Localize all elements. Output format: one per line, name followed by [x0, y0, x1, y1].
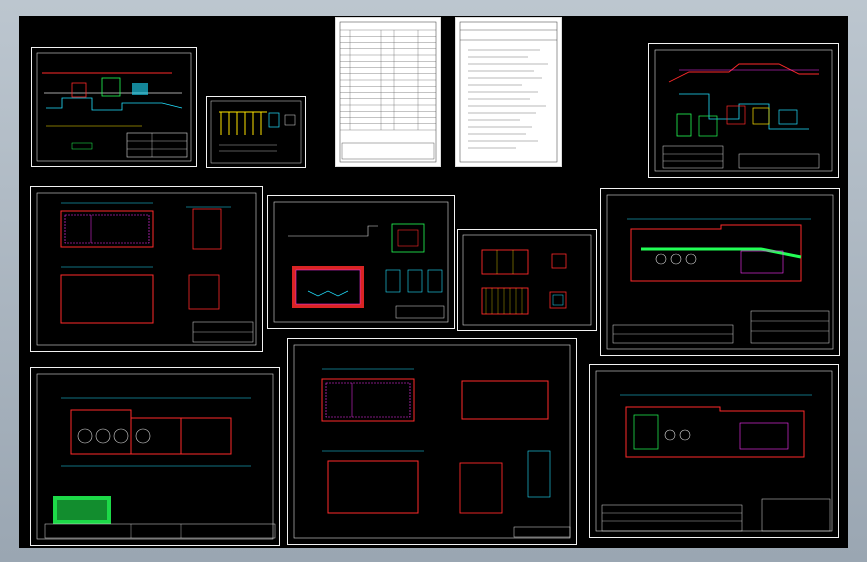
site-plan-bottom-drawing — [595, 370, 833, 532]
pool-structure-drawing — [293, 344, 571, 539]
general-layout-drawing — [36, 373, 276, 540]
sheet-pool-structure[interactable] — [287, 338, 577, 545]
process-flow-large-drawing — [654, 49, 833, 172]
drawing-list-table — [339, 21, 437, 163]
cad-window-frame — [0, 0, 867, 562]
drawing-canvas[interactable] — [19, 16, 848, 548]
sheet-tank-plan-section[interactable] — [30, 186, 263, 352]
pipe-detail-drawing — [273, 201, 449, 323]
sheet-cover-slab[interactable] — [457, 229, 597, 331]
sheet-general-layout[interactable] — [30, 367, 280, 546]
process-flow-drawing — [36, 52, 192, 162]
sheet-equipment-chart[interactable] — [206, 96, 306, 168]
sheet-drawing-list[interactable] — [335, 17, 441, 167]
site-plan-top-drawing — [606, 194, 834, 350]
tank-plan-section-drawing — [36, 192, 257, 346]
cover-slab-drawing — [462, 234, 592, 326]
sheet-design-notes[interactable] — [455, 17, 562, 167]
design-notes-text — [459, 21, 558, 163]
sheet-pipe-detail[interactable] — [267, 195, 455, 329]
sheet-process-flow-large[interactable] — [648, 43, 839, 178]
equipment-chart-drawing — [210, 100, 302, 164]
sheet-site-plan-top[interactable] — [600, 188, 840, 356]
sheet-site-plan-bottom[interactable] — [589, 364, 839, 538]
sheet-process-flow-small[interactable] — [31, 47, 197, 167]
